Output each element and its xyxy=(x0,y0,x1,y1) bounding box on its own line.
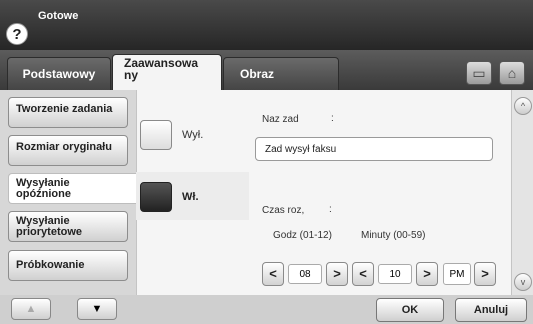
tab-advanced-label-2: ny xyxy=(124,68,139,82)
header-bar: ? Gotowe xyxy=(0,0,533,50)
nav-up-button[interactable]: ▲ xyxy=(11,298,51,320)
minutes-increment-button[interactable]: > xyxy=(416,262,438,286)
time-label: Czas roz, xyxy=(262,205,305,216)
status-text: Gotowe xyxy=(38,10,79,22)
document-icon[interactable]: ▭ xyxy=(466,61,492,85)
option-on[interactable]: Wł. xyxy=(136,172,249,220)
option-on-checkbox[interactable] xyxy=(140,182,172,212)
minutes-value: 10 xyxy=(378,264,412,284)
fax-screen: ? Gotowe Podstawowy Zaawansowa ny Obraz … xyxy=(0,0,533,324)
sidebar-item-label-2: priorytetowe xyxy=(16,226,83,238)
tab-advanced[interactable]: Zaawansowa ny xyxy=(112,54,222,90)
minutes-decrement-button[interactable]: < xyxy=(352,262,374,286)
ampm-value: PM xyxy=(443,263,471,285)
sidebar-item-delayed-send[interactable]: Wysyłanie opóźnione xyxy=(8,173,136,204)
hours-label: Godz (01-12) xyxy=(273,230,332,241)
scrollbar[interactable]: ^ v xyxy=(511,90,533,295)
option-off-checkbox[interactable] xyxy=(140,120,172,150)
minutes-label: Minuty (00-59) xyxy=(361,230,426,241)
tab-image[interactable]: Obraz xyxy=(223,57,339,90)
hours-increment-button[interactable]: > xyxy=(326,262,348,286)
ampm-toggle-button[interactable]: > xyxy=(474,262,496,286)
hours-decrement-button[interactable]: < xyxy=(262,262,284,286)
ok-button[interactable]: OK xyxy=(376,298,444,322)
question-icon[interactable]: ? xyxy=(6,23,28,45)
time-colon: : xyxy=(329,204,332,215)
sidebar-item-priority-send[interactable]: Wysyłanie priorytetowe xyxy=(8,211,128,242)
scroll-up-button[interactable]: ^ xyxy=(514,97,532,115)
option-off[interactable]: Wył. xyxy=(136,110,246,158)
option-off-label: Wył. xyxy=(182,129,204,141)
home-icon[interactable]: ⌂ xyxy=(499,61,525,85)
sidebar-item-job-build[interactable]: Tworzenie zadania xyxy=(8,97,128,128)
hours-value: 08 xyxy=(288,264,322,284)
tab-basic[interactable]: Podstawowy xyxy=(7,57,111,90)
option-on-label: Wł. xyxy=(182,191,199,203)
job-name-colon: : xyxy=(331,113,334,124)
sidebar-item-label-2: opóźnione xyxy=(16,188,71,200)
nav-down-button[interactable]: ▼ xyxy=(77,298,117,320)
scroll-down-button[interactable]: v xyxy=(514,273,532,291)
job-name-label: Naz zad xyxy=(262,114,299,125)
job-name-field[interactable]: Zad wysył faksu xyxy=(255,137,493,161)
sidebar-item-polling[interactable]: Próbkowanie xyxy=(8,250,128,281)
cancel-button[interactable]: Anuluj xyxy=(455,298,527,322)
sidebar-item-original-size[interactable]: Rozmiar oryginału xyxy=(8,135,128,166)
